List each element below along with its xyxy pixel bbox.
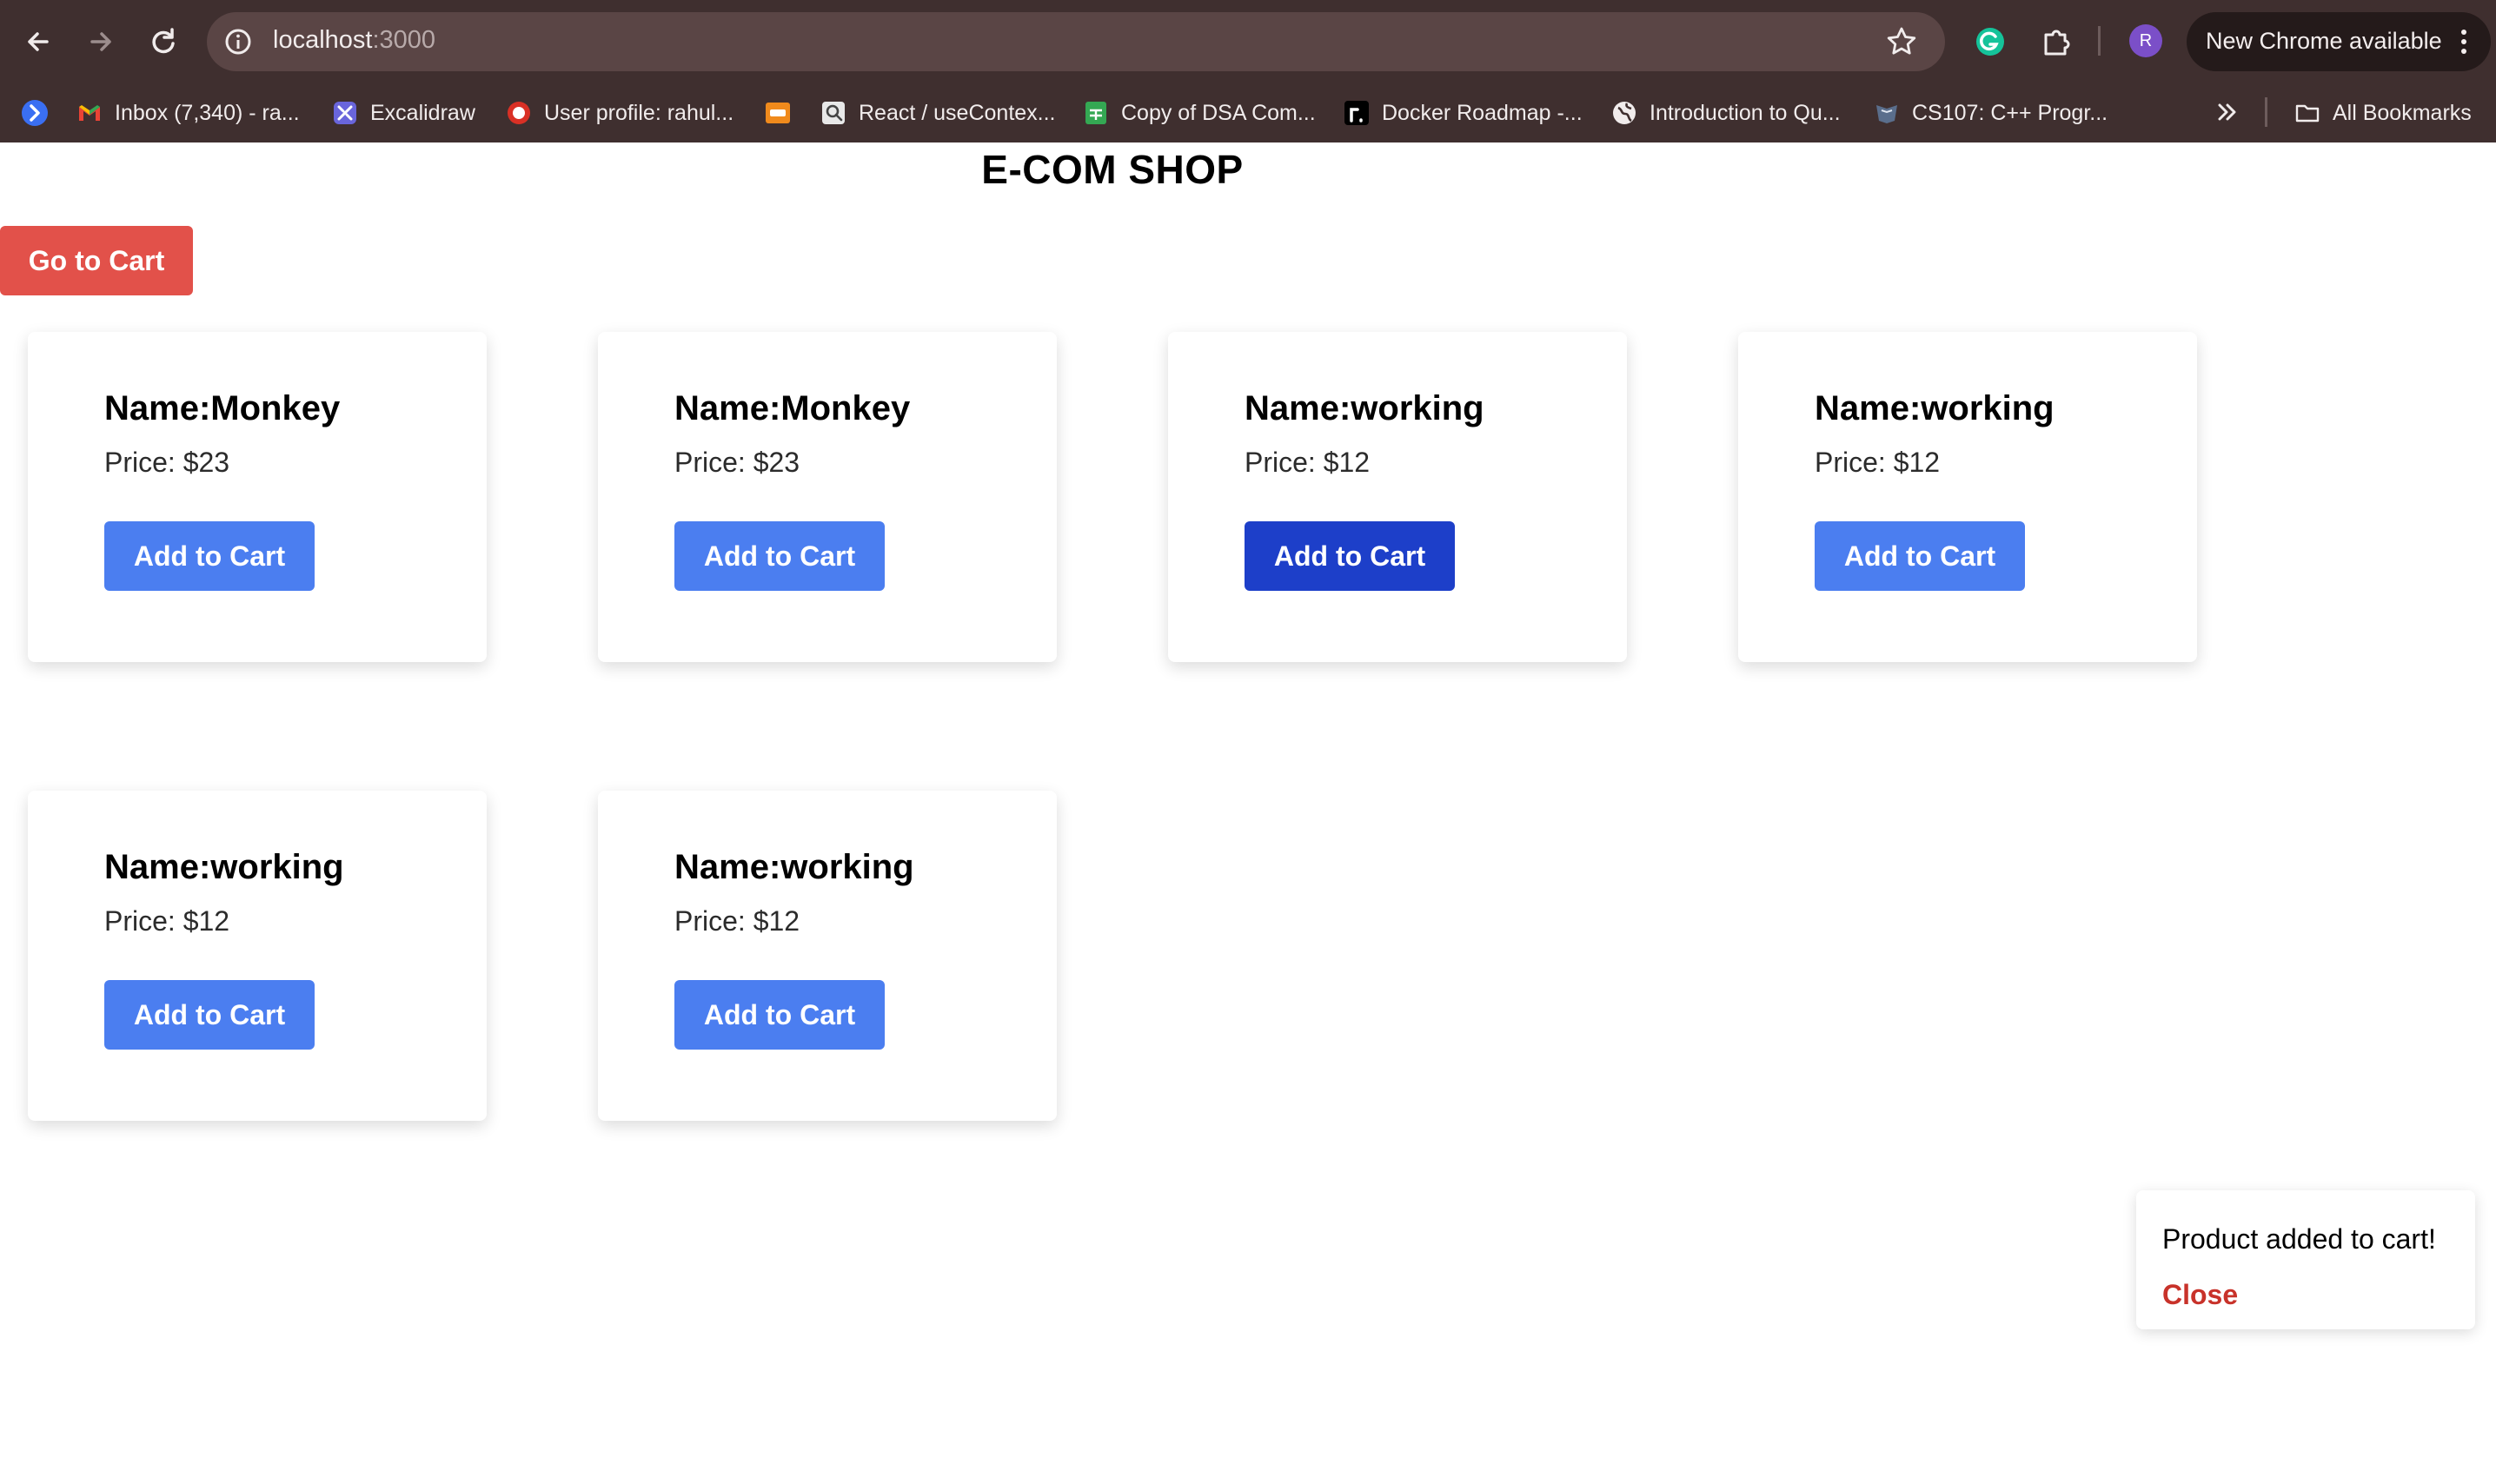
user-profile-icon (508, 102, 530, 124)
back-arrow-icon (28, 32, 49, 51)
bookmark-item[interactable]: Excalidraw (332, 96, 475, 130)
bookmark-item[interactable]: Inbox (7,340) - ra... (76, 96, 300, 130)
product-name: Name:working (104, 848, 344, 886)
product-name: Name:working (674, 848, 914, 886)
site-info-icon[interactable] (222, 26, 254, 57)
add-to-cart-button[interactable]: Add to Cart (1815, 521, 2025, 591)
bookmarks-bar: Inbox (7,340) - ra... Excalidraw User pr… (0, 83, 2496, 144)
page-content: E-COM SHOP Go to Cart Name:Monkey Price:… (0, 142, 2496, 1484)
grammarly-icon[interactable] (1969, 21, 2011, 63)
add-to-cart-button[interactable]: Add to Cart (104, 521, 315, 591)
reload-button[interactable] (143, 21, 184, 63)
page-title: E-COM SHOP (981, 147, 1244, 192)
chrome-update-button[interactable]: New Chrome available (2187, 12, 2491, 71)
sheets-icon (1085, 102, 1106, 124)
product-price: Price: $12 (104, 905, 230, 937)
back-button[interactable] (17, 21, 59, 63)
gmail-icon (79, 105, 100, 121)
product-name: Name:Monkey (674, 389, 911, 427)
toast-message: Product added to cart! (2162, 1223, 2436, 1255)
profile-avatar[interactable]: R (2129, 24, 2162, 57)
bookmark-star-icon[interactable] (1884, 24, 1919, 59)
chrome-update-label: New Chrome available (2206, 28, 2442, 54)
browser-toolbar: localhost:3000 R New Chrome available (0, 0, 2496, 83)
product-price: Price: $23 (104, 447, 230, 478)
excalidraw-icon (334, 102, 356, 124)
product-card: Name:Monkey Price: $23 Add to Cart (28, 332, 487, 662)
product-card: Name:working Price: $12 Add to Cart (598, 791, 1057, 1121)
product-price: Price: $12 (674, 905, 800, 937)
globe-icon (1613, 102, 1636, 124)
all-bookmarks-button[interactable]: All Bookmarks (2294, 96, 2472, 130)
search-page-icon (822, 102, 845, 124)
product-card: Name:working Price: $12 Add to Cart (28, 791, 487, 1121)
cart-toast: Product added to cart! Close (2136, 1190, 2475, 1329)
toolbar-divider (2098, 26, 2101, 56)
add-to-cart-button[interactable]: Add to Cart (674, 521, 885, 591)
bookmark-item[interactable]: React / useContex... (820, 96, 1056, 130)
kebab-menu-icon (2461, 30, 2466, 54)
bookmark-item[interactable]: CS107: C++ Progr... (1874, 96, 2108, 130)
bookmark-item[interactable]: Docker Roadmap -... (1344, 96, 1583, 130)
more-bookmarks-chevron-icon[interactable] (2214, 97, 2240, 127)
forward-button[interactable] (80, 21, 122, 63)
bookmark-item[interactable]: User profile: rahul... (506, 96, 734, 130)
address-bar[interactable]: localhost:3000 (207, 12, 1945, 71)
product-name: Name:working (1245, 389, 1484, 427)
extensions-icon[interactable] (2035, 21, 2077, 63)
add-to-cart-button[interactable]: Add to Cart (104, 980, 315, 1050)
bookmark-item[interactable]: Copy of DSA Com... (1083, 96, 1316, 130)
cs107-icon (1876, 105, 1897, 123)
bookmarks-divider (2265, 97, 2267, 127)
bookmark-item[interactable]: Introduction to Qu... (1611, 96, 1841, 130)
bookmark-app-icon[interactable] (19, 97, 50, 129)
product-price: Price: $23 (674, 447, 800, 478)
url-text: localhost:3000 (273, 26, 436, 54)
product-name: Name:Monkey (104, 389, 341, 427)
go-to-cart-button[interactable]: Go to Cart (0, 226, 193, 295)
product-price: Price: $12 (1815, 447, 1941, 478)
toast-close-button[interactable]: Close (2162, 1279, 2238, 1311)
add-to-cart-button[interactable]: Add to Cart (674, 980, 885, 1050)
forward-arrow-icon (90, 32, 111, 51)
reload-icon (152, 28, 175, 54)
product-card: Name:working Price: $12 Add to Cart (1738, 332, 2197, 662)
product-price: Price: $12 (1245, 447, 1371, 478)
bookmark-item[interactable] (765, 96, 803, 130)
orange-tile-icon (766, 103, 790, 123)
folder-icon (2295, 104, 2320, 123)
product-card: Name:Monkey Price: $23 Add to Cart (598, 332, 1057, 662)
add-to-cart-button[interactable]: Add to Cart (1245, 521, 1455, 591)
product-name: Name:working (1815, 389, 2055, 427)
product-card: Name:working Price: $12 Add to Cart (1168, 332, 1627, 662)
roadmap-icon (1344, 101, 1369, 125)
